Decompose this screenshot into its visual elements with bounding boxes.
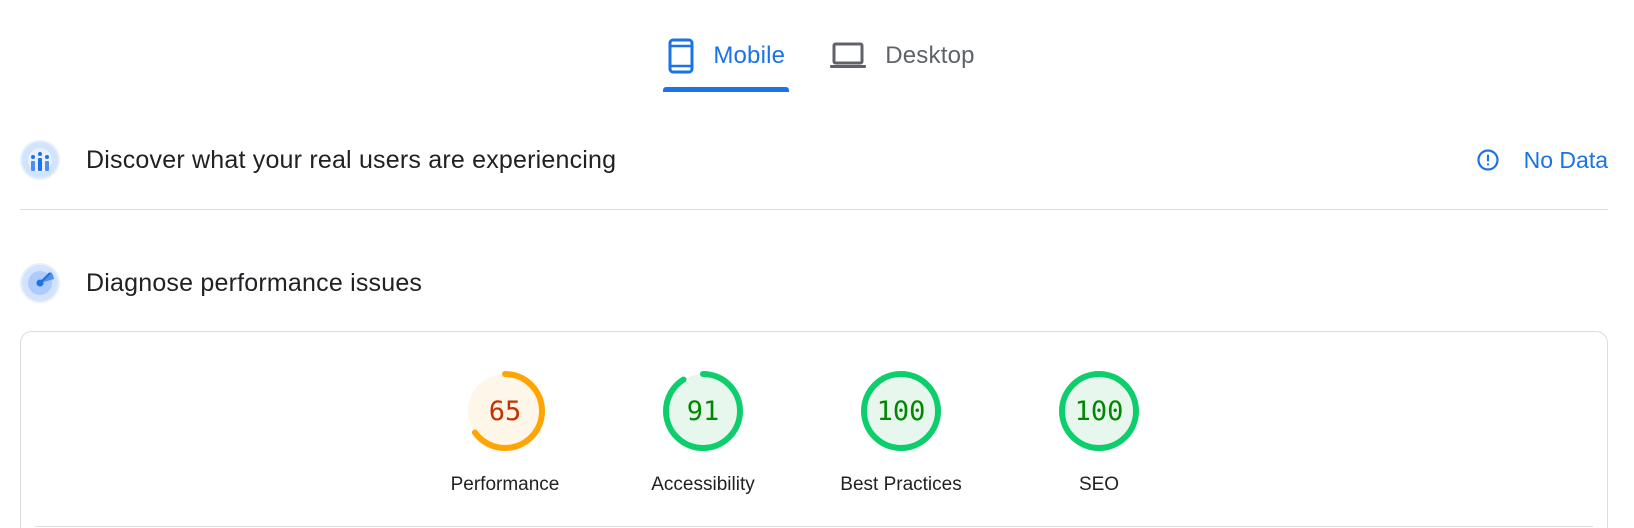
no-data-label: No Data: [1523, 146, 1608, 173]
gauge-ring: 100: [1058, 370, 1140, 452]
card-divider: [35, 526, 1593, 527]
scores-card: 65 Performance 91 Accessibility 100 Best…: [20, 331, 1608, 528]
gauge-score: 91: [686, 395, 720, 427]
gauge-score: 65: [488, 395, 522, 427]
smartphone-icon: [667, 38, 695, 74]
tab-desktop-label: Desktop: [885, 42, 975, 69]
section-divider: [20, 209, 1608, 210]
tab-mobile-label: Mobile: [713, 42, 786, 69]
no-data-link[interactable]: No Data: [1476, 147, 1608, 174]
device-tabs: Mobile Desktop: [0, 30, 1634, 92]
lab-data-title: Diagnose performance issues: [86, 268, 423, 297]
info-icon: [1476, 148, 1500, 172]
field-data-title: Discover what your real users are experi…: [86, 145, 617, 174]
lab-data-header: Diagnose performance issues: [20, 261, 1608, 305]
gauge-best-practices[interactable]: 100 Best Practices: [802, 370, 1000, 496]
gauge-label: SEO: [1078, 474, 1120, 495]
gauge-score: 100: [876, 395, 926, 427]
users-chart-icon: [20, 140, 60, 180]
gauge-score: 100: [1074, 395, 1124, 427]
gauge-ring: 65: [464, 370, 546, 452]
gauge-accessibility[interactable]: 91 Accessibility: [604, 370, 802, 496]
pagespeed-report: Mobile Desktop Discover what your real u…: [0, 0, 1634, 528]
gauge-label: Performance: [450, 474, 560, 495]
laptop-icon: [829, 41, 867, 71]
gauge-ring: 91: [662, 370, 744, 452]
radar-icon: [20, 263, 60, 303]
tab-desktop[interactable]: Desktop: [825, 30, 978, 82]
score-gauges: 65 Performance 91 Accessibility 100 Best…: [21, 370, 1607, 496]
gauge-ring: 100: [860, 370, 942, 452]
gauge-label: Best Practices: [840, 474, 962, 495]
tab-mobile[interactable]: Mobile: [663, 30, 790, 92]
gauge-performance[interactable]: 65 Performance: [406, 370, 604, 496]
gauge-seo[interactable]: 100 SEO: [1000, 370, 1198, 496]
gauge-label: Accessibility: [651, 474, 755, 495]
field-data-header: Discover what your real users are experi…: [20, 138, 1608, 182]
